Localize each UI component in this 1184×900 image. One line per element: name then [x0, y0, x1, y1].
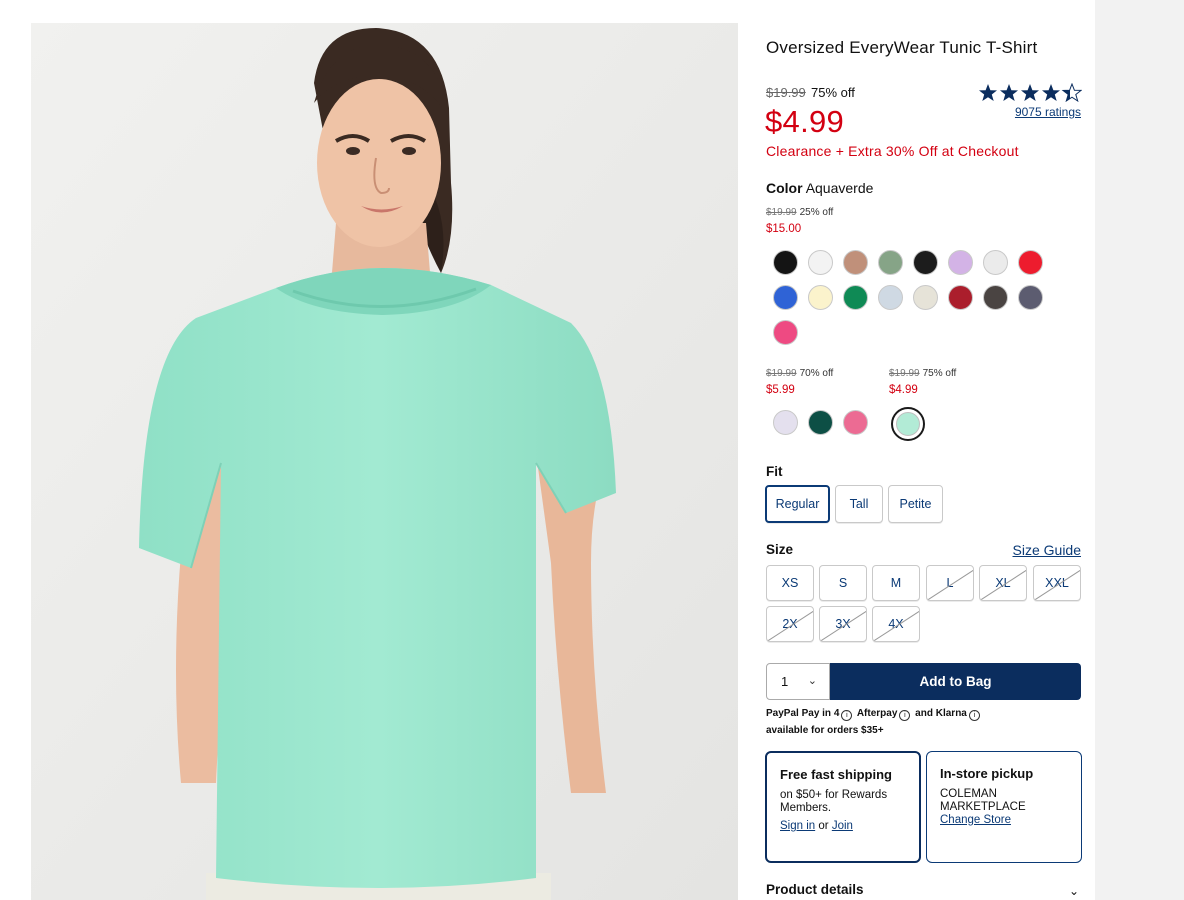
ratings-link[interactable]: 9075 ratings [1000, 105, 1081, 119]
color-swatch-lavender[interactable] [948, 250, 973, 275]
color-swatch-slate[interactable] [1018, 285, 1043, 310]
tier-price-line: $19.99 70% off [766, 368, 833, 379]
color-swatch-red[interactable] [1018, 250, 1043, 275]
page-right-gutter [1095, 0, 1184, 900]
quantity-value: 1 [781, 674, 789, 689]
join-link[interactable]: Join [832, 820, 853, 832]
color-heading: Color Aquaverde [766, 180, 873, 196]
tier-sale-price: $5.99 [766, 384, 795, 396]
color-label: Color [766, 180, 803, 196]
shipping-title: Free fast shipping [780, 767, 892, 782]
tier-sale-price: $15.00 [766, 223, 802, 235]
quantity-select[interactable]: 1 ⌄ [766, 663, 830, 700]
promo-text: Clearance + Extra 30% Off at Checkout [766, 143, 1019, 159]
color-swatch-aquaverde[interactable] [891, 407, 925, 441]
color-swatch-charcoal[interactable] [983, 285, 1008, 310]
half-star-icon [1062, 83, 1082, 102]
tier-discount: 70% off [799, 368, 834, 379]
size-option-4x[interactable]: 4X [872, 606, 920, 642]
color-swatch-dark-teal[interactable] [808, 410, 833, 435]
size-option-xs[interactable]: XS [766, 565, 814, 601]
tier-original-price: $19.99 [766, 368, 797, 379]
color-swatch-cream[interactable] [808, 285, 833, 310]
color-swatch-green[interactable] [843, 285, 868, 310]
size-option-2x[interactable]: 2X [766, 606, 814, 642]
shipping-links: Sign in or Join [780, 820, 906, 833]
sign-in-link[interactable]: Sign in [780, 820, 815, 832]
size-option-xxl[interactable]: XXL [1033, 565, 1081, 601]
rating-stars[interactable] [978, 83, 1082, 103]
chevron-down-icon[interactable]: ⌄ [1069, 884, 1079, 898]
size-label: Size [766, 542, 794, 557]
klarna-text: Klarna [935, 708, 967, 719]
add-to-bag-button[interactable]: Add to Bag [830, 663, 1081, 700]
product-details-toggle[interactable]: Product details [766, 882, 864, 897]
discount-label: 75% off [811, 85, 855, 100]
color-swatch-sage[interactable] [878, 250, 903, 275]
color-swatch-tan[interactable] [843, 250, 868, 275]
payment-options-line: PayPal Pay in 4i Afterpay i and Klarna i [766, 708, 982, 721]
shipping-body: on $50+ for Rewards Members. [780, 789, 888, 814]
info-icon[interactable]: i [841, 710, 853, 721]
tier-original-price: $19.99 [889, 368, 920, 379]
tier-discount: 25% off [799, 207, 834, 218]
fit-option-petite[interactable]: Petite [888, 485, 943, 523]
color-swatch-white[interactable] [808, 250, 833, 275]
product-title: Oversized EveryWear Tunic T-Shirt [766, 38, 1038, 57]
afterpay-text: Afterpay [856, 708, 898, 719]
pickup-store-name: COLEMAN MARKETPLACE [940, 788, 1026, 813]
chevron-down-icon: ⌄ [807, 675, 817, 687]
pickup-option-card[interactable]: In-store pickup COLEMAN MARKETPLACE Chan… [926, 751, 1082, 863]
color-swatch-crimson[interactable] [948, 285, 973, 310]
info-icon[interactable]: i [899, 710, 911, 721]
color-swatch-black[interactable] [773, 250, 798, 275]
size-option-3x[interactable]: 3X [819, 606, 867, 642]
color-swatch-rose[interactable] [843, 410, 868, 435]
product-image[interactable] [31, 23, 738, 900]
size-option-s[interactable]: S [819, 565, 867, 601]
selected-color-name: Aquaverde [805, 180, 874, 196]
sale-price: $4.99 [765, 104, 845, 139]
color-swatch-royal-blue[interactable] [773, 285, 798, 310]
info-icon[interactable]: i [968, 710, 980, 721]
fit-option-tall[interactable]: Tall [835, 485, 883, 523]
shipping-option-card[interactable]: Free fast shipping on $50+ for Rewards M… [765, 751, 921, 863]
star-icon [979, 84, 1060, 101]
color-swatch-black-2[interactable] [913, 250, 938, 275]
tier-discount: 75% off [922, 368, 957, 379]
or-text: or [818, 820, 829, 832]
color-swatch-light-blue[interactable] [878, 285, 903, 310]
color-swatch-light-gray[interactable] [983, 250, 1008, 275]
fit-label: Fit [766, 464, 783, 479]
tier-sale-price: $4.99 [889, 384, 918, 396]
size-guide-link[interactable]: Size Guide [1000, 542, 1081, 558]
payment-threshold-text: available for orders $35+ [766, 725, 884, 736]
size-option-xl[interactable]: XL [979, 565, 1027, 601]
and-text: and [915, 708, 933, 719]
color-swatch-oatmeal[interactable] [913, 285, 938, 310]
tier-original-price: $19.99 [766, 207, 797, 218]
color-swatch-pink[interactable] [773, 320, 798, 345]
tier-price-line: $19.99 75% off [889, 368, 956, 379]
size-option-m[interactable]: M [872, 565, 920, 601]
tier-price-line: $19.99 25% off [766, 207, 833, 218]
fit-option-regular[interactable]: Regular [765, 485, 830, 523]
size-option-l[interactable]: L [926, 565, 974, 601]
original-price: $19.99 [766, 85, 806, 100]
paypal-text: PayPal Pay in 4 [766, 708, 840, 719]
change-store-link[interactable]: Change Store [940, 814, 1068, 827]
pickup-title: In-store pickup [940, 766, 1034, 781]
color-swatch-pale-lilac[interactable] [773, 410, 798, 435]
